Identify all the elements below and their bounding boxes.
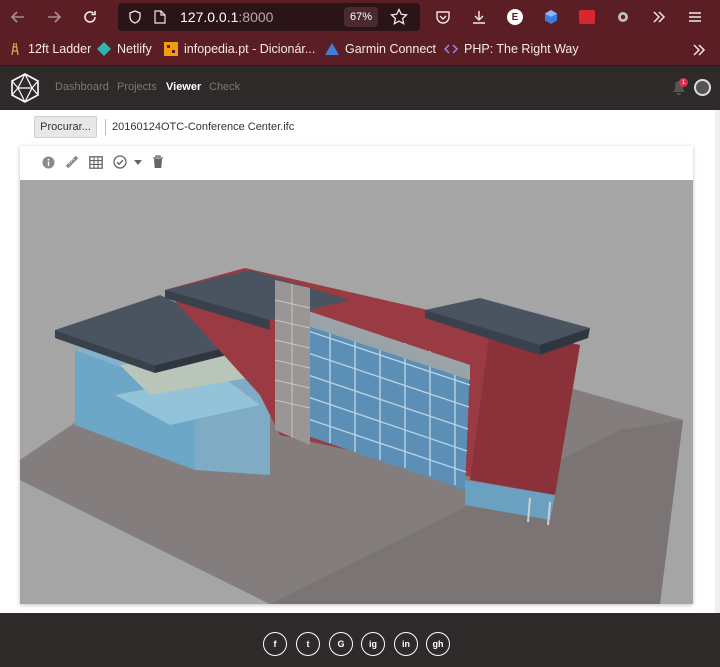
- php-icon: [444, 42, 458, 56]
- reload-icon[interactable]: [76, 3, 104, 31]
- instagram-icon[interactable]: ig: [361, 632, 385, 656]
- more-tools-icon[interactable]: [647, 5, 671, 29]
- nav-viewer[interactable]: Viewer: [166, 81, 201, 93]
- linkedin-icon[interactable]: in: [394, 632, 418, 656]
- zoom-level[interactable]: 67%: [344, 7, 378, 27]
- avatar[interactable]: [694, 79, 711, 96]
- model-viewport[interactable]: [20, 180, 693, 604]
- browser-toolbar: 127.0.0.1:8000 67% E: [0, 0, 720, 34]
- url-text[interactable]: 127.0.0.1:8000: [180, 9, 273, 25]
- viewer-card: [20, 146, 693, 604]
- infopedia-icon: [164, 42, 178, 56]
- extension-mega-icon[interactable]: [575, 5, 599, 29]
- google-icon[interactable]: G: [329, 632, 353, 656]
- viewer-toolbar: [20, 146, 693, 180]
- netlify-icon: [97, 42, 111, 56]
- footer: f t G ig in gh: [0, 613, 720, 667]
- facebook-icon[interactable]: f: [263, 632, 287, 656]
- app-header: Dashboard Projects Viewer Check 1: [0, 66, 720, 110]
- pocket-icon[interactable]: [431, 5, 455, 29]
- measure-icon[interactable]: [65, 155, 79, 169]
- bookmark-star-icon[interactable]: [390, 7, 408, 31]
- bookmark-item[interactable]: 12ft Ladder: [8, 42, 91, 56]
- notification-badge: 1: [679, 78, 688, 87]
- url-bar[interactable]: 127.0.0.1:8000 67%: [118, 3, 420, 31]
- nav-check[interactable]: Check: [209, 81, 240, 93]
- page-icon[interactable]: [154, 10, 166, 29]
- garmin-icon: [325, 42, 339, 56]
- twitter-icon[interactable]: t: [296, 632, 320, 656]
- app-logo-icon[interactable]: [10, 73, 40, 103]
- caret-down-icon[interactable]: [131, 155, 145, 169]
- back-icon[interactable]: [4, 3, 32, 31]
- table-icon[interactable]: [89, 155, 103, 169]
- forward-icon[interactable]: [40, 3, 68, 31]
- extension-cube-icon[interactable]: [539, 5, 563, 29]
- building-model: [20, 268, 683, 604]
- file-picker: Procurar... 20160124OTC-Conference Cente…: [34, 116, 294, 138]
- selected-file-name: 20160124OTC-Conference Center.ifc: [105, 119, 294, 135]
- info-icon[interactable]: [41, 155, 55, 169]
- menu-icon[interactable]: [683, 5, 707, 29]
- extension-gear-icon[interactable]: [611, 5, 635, 29]
- bookmarks-bar: 12ft Ladder Netlify infopedia.pt - Dicio…: [0, 34, 720, 66]
- bookmark-item[interactable]: infopedia.pt - Dicionár...: [164, 42, 315, 56]
- github-icon[interactable]: gh: [426, 632, 450, 656]
- download-icon[interactable]: [467, 5, 491, 29]
- ladder-icon: [8, 42, 22, 56]
- nav-projects[interactable]: Projects: [117, 81, 157, 93]
- trash-icon[interactable]: [151, 155, 165, 169]
- bookmark-item[interactable]: PHP: The Right Way: [444, 42, 579, 56]
- bookmark-item[interactable]: Netlify: [97, 42, 152, 56]
- nav-dashboard[interactable]: Dashboard: [55, 81, 109, 93]
- check-circle-icon[interactable]: [113, 155, 127, 169]
- more-bookmarks-icon[interactable]: [692, 43, 706, 57]
- extension-e-icon[interactable]: E: [503, 5, 527, 29]
- bookmark-item[interactable]: Garmin Connect: [325, 42, 436, 56]
- browse-button[interactable]: Procurar...: [34, 116, 97, 138]
- shield-icon[interactable]: [128, 10, 142, 29]
- scrollbar[interactable]: [715, 110, 720, 613]
